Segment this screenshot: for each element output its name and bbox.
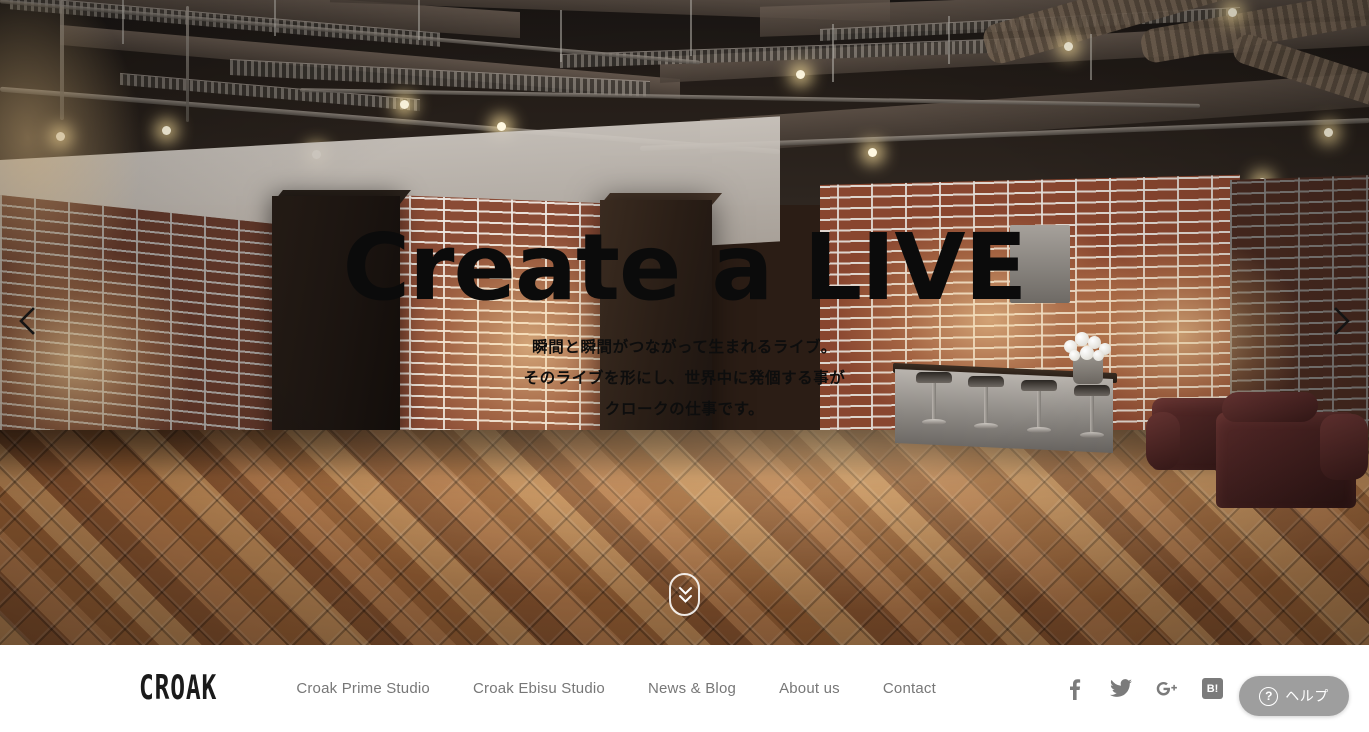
ceiling-spotlight <box>162 126 171 135</box>
leather-chair-backrest <box>1220 392 1320 422</box>
ceiling-spotlight <box>400 100 409 109</box>
facebook-icon[interactable] <box>1064 677 1086 701</box>
leather-chair-arm <box>1320 414 1368 480</box>
ceiling-spotlight <box>1228 8 1237 17</box>
ceiling-spotlight <box>1064 42 1073 51</box>
question-mark-circle-icon: ? <box>1259 686 1279 706</box>
twitter-icon[interactable] <box>1110 677 1132 701</box>
ceiling-spotlight <box>1324 128 1333 137</box>
range-hood <box>1010 225 1070 303</box>
ceiling-spotlight <box>497 122 506 131</box>
help-widget-button[interactable]: ? ヘルプ <box>1239 676 1349 716</box>
social-links: B! <box>1064 645 1223 732</box>
nav-link-croak-prime-studio[interactable]: Croak Prime Studio <box>296 680 430 697</box>
hero-slider: Create a LIVE 瞬間と瞬間がつながって生まれるライブ。 そのライブを… <box>0 0 1369 645</box>
main-navbar: CROAK Croak Prime Studio Croak Ebisu Stu… <box>0 645 1369 732</box>
scroll-down-indicator[interactable] <box>669 573 700 616</box>
white-flowers <box>1062 330 1118 364</box>
site-logo[interactable]: CROAK <box>139 671 217 706</box>
ceiling-spotlight <box>796 70 805 79</box>
nav-link-contact[interactable]: Contact <box>883 680 936 697</box>
google-plus-icon[interactable] <box>1156 677 1178 701</box>
double-chevron-down-icon <box>679 587 692 603</box>
chevron-right-icon <box>1334 307 1350 335</box>
nav-links: Croak Prime Studio Croak Ebisu Studio Ne… <box>296 680 936 697</box>
hero-background-photo <box>0 0 1369 645</box>
hero-next-arrow[interactable] <box>1323 302 1361 340</box>
nav-link-news-and-blog[interactable]: News & Blog <box>648 680 736 697</box>
nav-link-about-us[interactable]: About us <box>779 680 840 697</box>
nav-link-croak-ebisu-studio[interactable]: Croak Ebisu Studio <box>473 680 605 697</box>
column-left <box>272 196 400 444</box>
help-widget-label: ヘルプ <box>1285 688 1329 704</box>
ceiling-spotlight <box>868 148 877 157</box>
page-root: Create a LIVE 瞬間と瞬間がつながって生まれるライブ。 そのライブを… <box>0 0 1369 732</box>
hero-prev-arrow[interactable] <box>8 302 46 340</box>
hatena-bookmark-icon[interactable]: B! <box>1202 678 1223 699</box>
chevron-left-icon <box>19 307 35 335</box>
ceiling-spotlight <box>56 132 65 141</box>
leather-chair-arm <box>1146 412 1180 470</box>
